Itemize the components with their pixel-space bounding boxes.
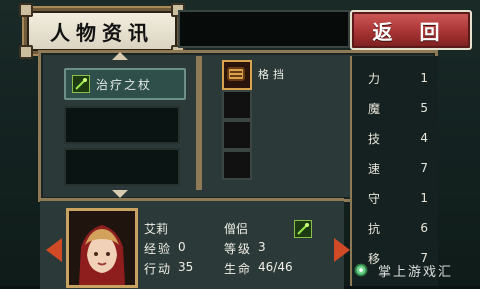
gear-icon [354,263,368,277]
skill-slot-empty[interactable] [64,148,180,186]
hp-value: 46/46 [258,260,293,274]
stat-value: 5 [420,101,428,115]
move-value: 35 [178,260,194,274]
item-slot-selected[interactable] [222,60,252,90]
watermark-text: 掌上游戏汇 [378,264,454,280]
fist-icon [227,67,245,81]
move-label: 行动 [144,262,173,276]
back-button[interactable]: 返 回 [350,10,472,50]
scroll-up-arrow-icon[interactable] [112,52,128,60]
character-portrait [66,208,138,288]
next-character-arrow-icon[interactable] [334,238,350,262]
item-slot-empty[interactable] [222,120,252,150]
watermark: 掌上游戏汇 [350,254,480,286]
stat-value: 1 [420,71,428,85]
skill-list: 治疗之杖 [52,52,188,198]
character-class: 僧侣 [224,222,249,236]
panel-divider [196,56,202,190]
exp-value: 0 [178,240,186,254]
stat-row: 力 1 [368,66,428,90]
level-value: 3 [258,240,266,254]
item-slot-empty[interactable] [222,90,252,120]
staff-icon [294,220,312,238]
back-button-label: 返 回 [372,19,450,44]
title-plaque: 人物资讯 [19,3,185,59]
character-portrait-svg [69,211,135,285]
stat-label: 魔 [368,101,381,116]
scroll-down-arrow-icon[interactable] [112,190,128,198]
hp-label: 生命 [224,262,253,276]
stat-row: 守 1 [368,186,428,210]
stat-row: 技 4 [368,126,428,150]
stat-label: 力 [368,71,381,86]
exp-label: 经验 [144,242,173,256]
stat-row: 魔 5 [368,96,428,120]
previous-character-arrow-icon[interactable] [46,238,62,262]
staff-icon [72,75,90,93]
level-label: 等级 [224,242,253,256]
page-title: 人物资讯 [50,20,154,45]
stat-label: 守 [368,191,381,206]
stat-label: 抗 [368,221,381,236]
top-info-strip [178,10,350,48]
stat-row: 速 7 [368,156,428,180]
stat-label: 技 [368,131,381,146]
item-name: 格挡 [258,68,288,81]
stat-value: 7 [420,161,428,175]
stat-value: 1 [420,191,428,205]
staff-icon-svg [75,78,87,90]
ornament-corner [19,3,33,17]
skill-label: 治疗之杖 [96,77,153,92]
staff-icon-svg [297,223,309,235]
stat-row: 抗 6 [368,216,428,240]
ornament-corner [19,45,33,59]
stats-panel: 力 1 魔 5 技 4 速 7 守 1 抗 6 移 7 [350,56,438,286]
equipment-list: 格挡 [218,60,338,190]
character-name: 艾莉 [144,222,169,236]
item-slot-empty[interactable] [222,150,252,180]
stat-value: 4 [420,131,428,145]
skill-slot-empty[interactable] [64,106,180,144]
skill-item-selected[interactable]: 治疗之杖 [64,68,186,100]
stat-label: 速 [368,161,381,176]
stat-value: 6 [420,221,428,235]
